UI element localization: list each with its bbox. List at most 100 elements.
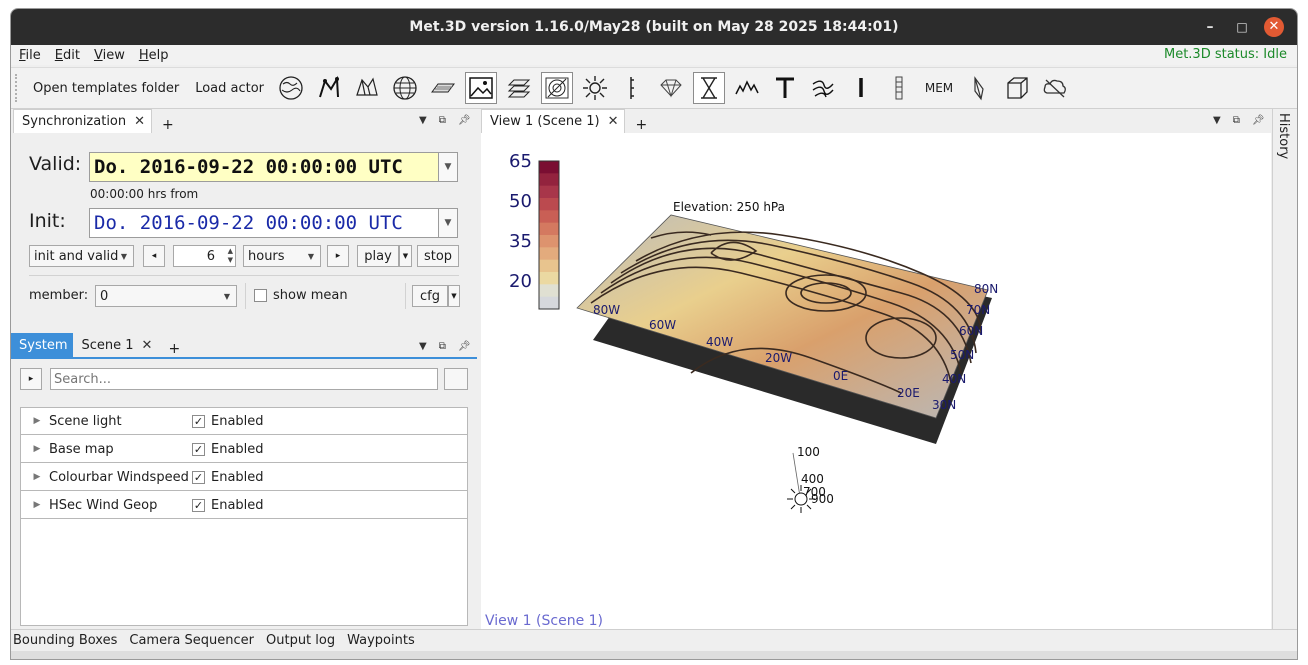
cfg-button[interactable]: cfg <box>412 285 448 307</box>
step-forward-button[interactable]: ▸ <box>327 245 349 267</box>
enabled-toggle[interactable]: ✓ Enabled <box>192 442 264 457</box>
tab-camera-sequencer[interactable]: Camera Sequencer <box>123 633 260 648</box>
trajectory-icon[interactable] <box>313 72 345 104</box>
diamond-icon[interactable] <box>655 72 687 104</box>
float-dock-icon[interactable]: ⧉ <box>1233 115 1240 126</box>
close-tab-icon[interactable]: ✕ <box>608 114 619 129</box>
tab-system[interactable]: System <box>11 333 74 357</box>
list-item[interactable]: ▶ Colourbar Windspeed ✓ Enabled <box>21 464 467 491</box>
add-tab-button[interactable]: + <box>158 341 190 357</box>
arrow-left-icon: ◂ <box>151 251 157 261</box>
enabled-label: Enabled <box>211 413 264 429</box>
tab-synchronization[interactable]: Synchronization ✕ <box>13 109 153 133</box>
dock-menu-icon[interactable]: ▼ <box>419 115 427 126</box>
dock-menu-icon[interactable]: ▼ <box>419 341 427 352</box>
expand-arrow-icon[interactable]: ▶ <box>27 500 47 510</box>
checkmark-icon[interactable]: ✓ <box>192 498 205 512</box>
light-icon[interactable] <box>579 72 611 104</box>
menu-view[interactable]: View <box>86 48 131 63</box>
sync-mode-select[interactable]: init and valid ▼ <box>29 245 134 267</box>
dock-menu-icon[interactable]: ▼ <box>1213 115 1221 126</box>
bar-icon[interactable] <box>845 72 877 104</box>
mem-icon[interactable]: MEM <box>921 72 957 104</box>
image-icon[interactable] <box>465 72 498 104</box>
pin-dock-icon[interactable]: 📌︎ <box>458 341 471 352</box>
time-step-spinbox[interactable]: 6 ▲ ▼ <box>173 245 236 267</box>
enabled-toggle[interactable]: ✓ Enabled <box>192 498 264 513</box>
wind-icon[interactable] <box>807 72 839 104</box>
init-time-field[interactable]: Do. 2016-09-22 00:00:00 UTC <box>89 208 439 238</box>
tab-waypoints[interactable]: Waypoints <box>341 633 421 648</box>
time-unit-select[interactable]: hours ▼ <box>243 245 321 267</box>
checkmark-icon[interactable]: ✓ <box>192 470 205 484</box>
search-input[interactable] <box>50 368 438 390</box>
checkmark-icon[interactable]: ✓ <box>192 442 205 456</box>
tab-output-log[interactable]: Output log <box>260 633 341 648</box>
colorbar-swatch <box>539 247 559 261</box>
float-dock-icon[interactable]: ⧉ <box>439 115 446 126</box>
tab-bounding-boxes[interactable]: Bounding Boxes <box>11 633 123 648</box>
hourglass-icon[interactable] <box>693 72 726 104</box>
member-select[interactable]: 0 ▼ <box>95 285 237 307</box>
add-tab-button[interactable]: + <box>152 117 184 133</box>
enabled-toggle[interactable]: ✓ Enabled <box>192 414 264 429</box>
play-options-dropdown[interactable]: ▼ <box>399 245 412 267</box>
scene-canvas[interactable]: 65 50 35 20 Elevation: 250 hPa 80W 60W 4… <box>481 133 1271 629</box>
pin-dock-icon[interactable]: 📌︎ <box>1252 115 1265 126</box>
valid-time-dropdown[interactable]: ▼ <box>438 152 458 182</box>
menu-file[interactable]: File <box>11 48 47 63</box>
show-mean-checkbox[interactable] <box>254 289 267 302</box>
list-item[interactable]: ▶ Scene light ✓ Enabled <box>21 408 467 435</box>
grid-globe-icon[interactable] <box>389 72 421 104</box>
close-tab-icon[interactable]: ✕ <box>142 338 153 353</box>
leaf-icon[interactable] <box>963 72 995 104</box>
expand-all-button[interactable]: ▸ <box>20 368 42 390</box>
menu-help[interactable]: Help <box>131 48 175 63</box>
layers-icon[interactable] <box>503 72 535 104</box>
tab-scene-1[interactable]: Scene 1 ✕ <box>73 333 159 357</box>
tab-view-1[interactable]: View 1 (Scene 1) ✕ <box>481 109 626 133</box>
spin-arrows-icon[interactable]: ▲ ▼ <box>228 247 233 265</box>
cfg-dropdown[interactable]: ▼ <box>448 285 460 307</box>
show-mean-toggle[interactable]: show mean <box>254 288 348 303</box>
checkmark-icon[interactable]: ✓ <box>192 414 205 428</box>
add-tab-button[interactable]: + <box>625 117 657 133</box>
light-source-icon[interactable] <box>787 485 815 513</box>
expand-arrow-icon[interactable]: ▶ <box>27 444 47 454</box>
cube-icon[interactable] <box>1001 72 1033 104</box>
isosurface-icon[interactable] <box>541 72 574 104</box>
status-text: Met.3D status: Idle <box>1163 47 1287 62</box>
list-item[interactable]: ▶ Base map ✓ Enabled <box>21 436 467 463</box>
bottom-scrollbar[interactable] <box>11 651 1297 659</box>
toolbar-grip[interactable] <box>15 74 21 102</box>
expand-arrow-icon[interactable]: ▶ <box>27 472 47 482</box>
cloud-icon[interactable] <box>1039 72 1071 104</box>
plane-icon[interactable] <box>427 72 459 104</box>
minimize-button[interactable]: – <box>1195 9 1225 45</box>
load-actor-button[interactable]: Load actor <box>187 81 272 96</box>
colorbar-icon[interactable] <box>883 72 915 104</box>
pin-dock-icon[interactable]: 📌︎ <box>458 115 471 126</box>
list-item[interactable]: ▶ HSec Wind Geop ✓ Enabled <box>21 492 467 519</box>
play-button[interactable]: play <box>357 245 399 267</box>
open-templates-button[interactable]: Open templates folder <box>25 81 187 96</box>
stop-button[interactable]: stop <box>417 245 459 267</box>
step-back-button[interactable]: ◂ <box>143 245 165 267</box>
clear-search-button[interactable] <box>444 368 468 390</box>
menu-edit[interactable]: Edit <box>47 48 86 63</box>
mountain-icon[interactable] <box>731 72 763 104</box>
vertical-line-icon[interactable] <box>617 72 649 104</box>
scene-view[interactable]: 65 50 35 20 Elevation: 250 hPa 80W 60W 4… <box>481 133 1271 629</box>
float-dock-icon[interactable]: ⧉ <box>439 341 446 352</box>
init-time-dropdown[interactable]: ▼ <box>438 208 458 238</box>
globe-icon[interactable] <box>275 72 307 104</box>
close-button[interactable]: ✕ <box>1259 9 1289 45</box>
enabled-toggle[interactable]: ✓ Enabled <box>192 470 264 485</box>
close-tab-icon[interactable]: ✕ <box>134 114 145 129</box>
expand-arrow-icon[interactable]: ▶ <box>27 416 47 426</box>
volume-icon[interactable] <box>351 72 383 104</box>
maximize-button[interactable]: □ <box>1227 9 1257 45</box>
text-icon[interactable] <box>769 72 801 104</box>
history-tab[interactable]: History <box>1276 113 1291 159</box>
valid-time-field[interactable]: Do. 2016-09-22 00:00:00 UTC <box>89 152 439 182</box>
